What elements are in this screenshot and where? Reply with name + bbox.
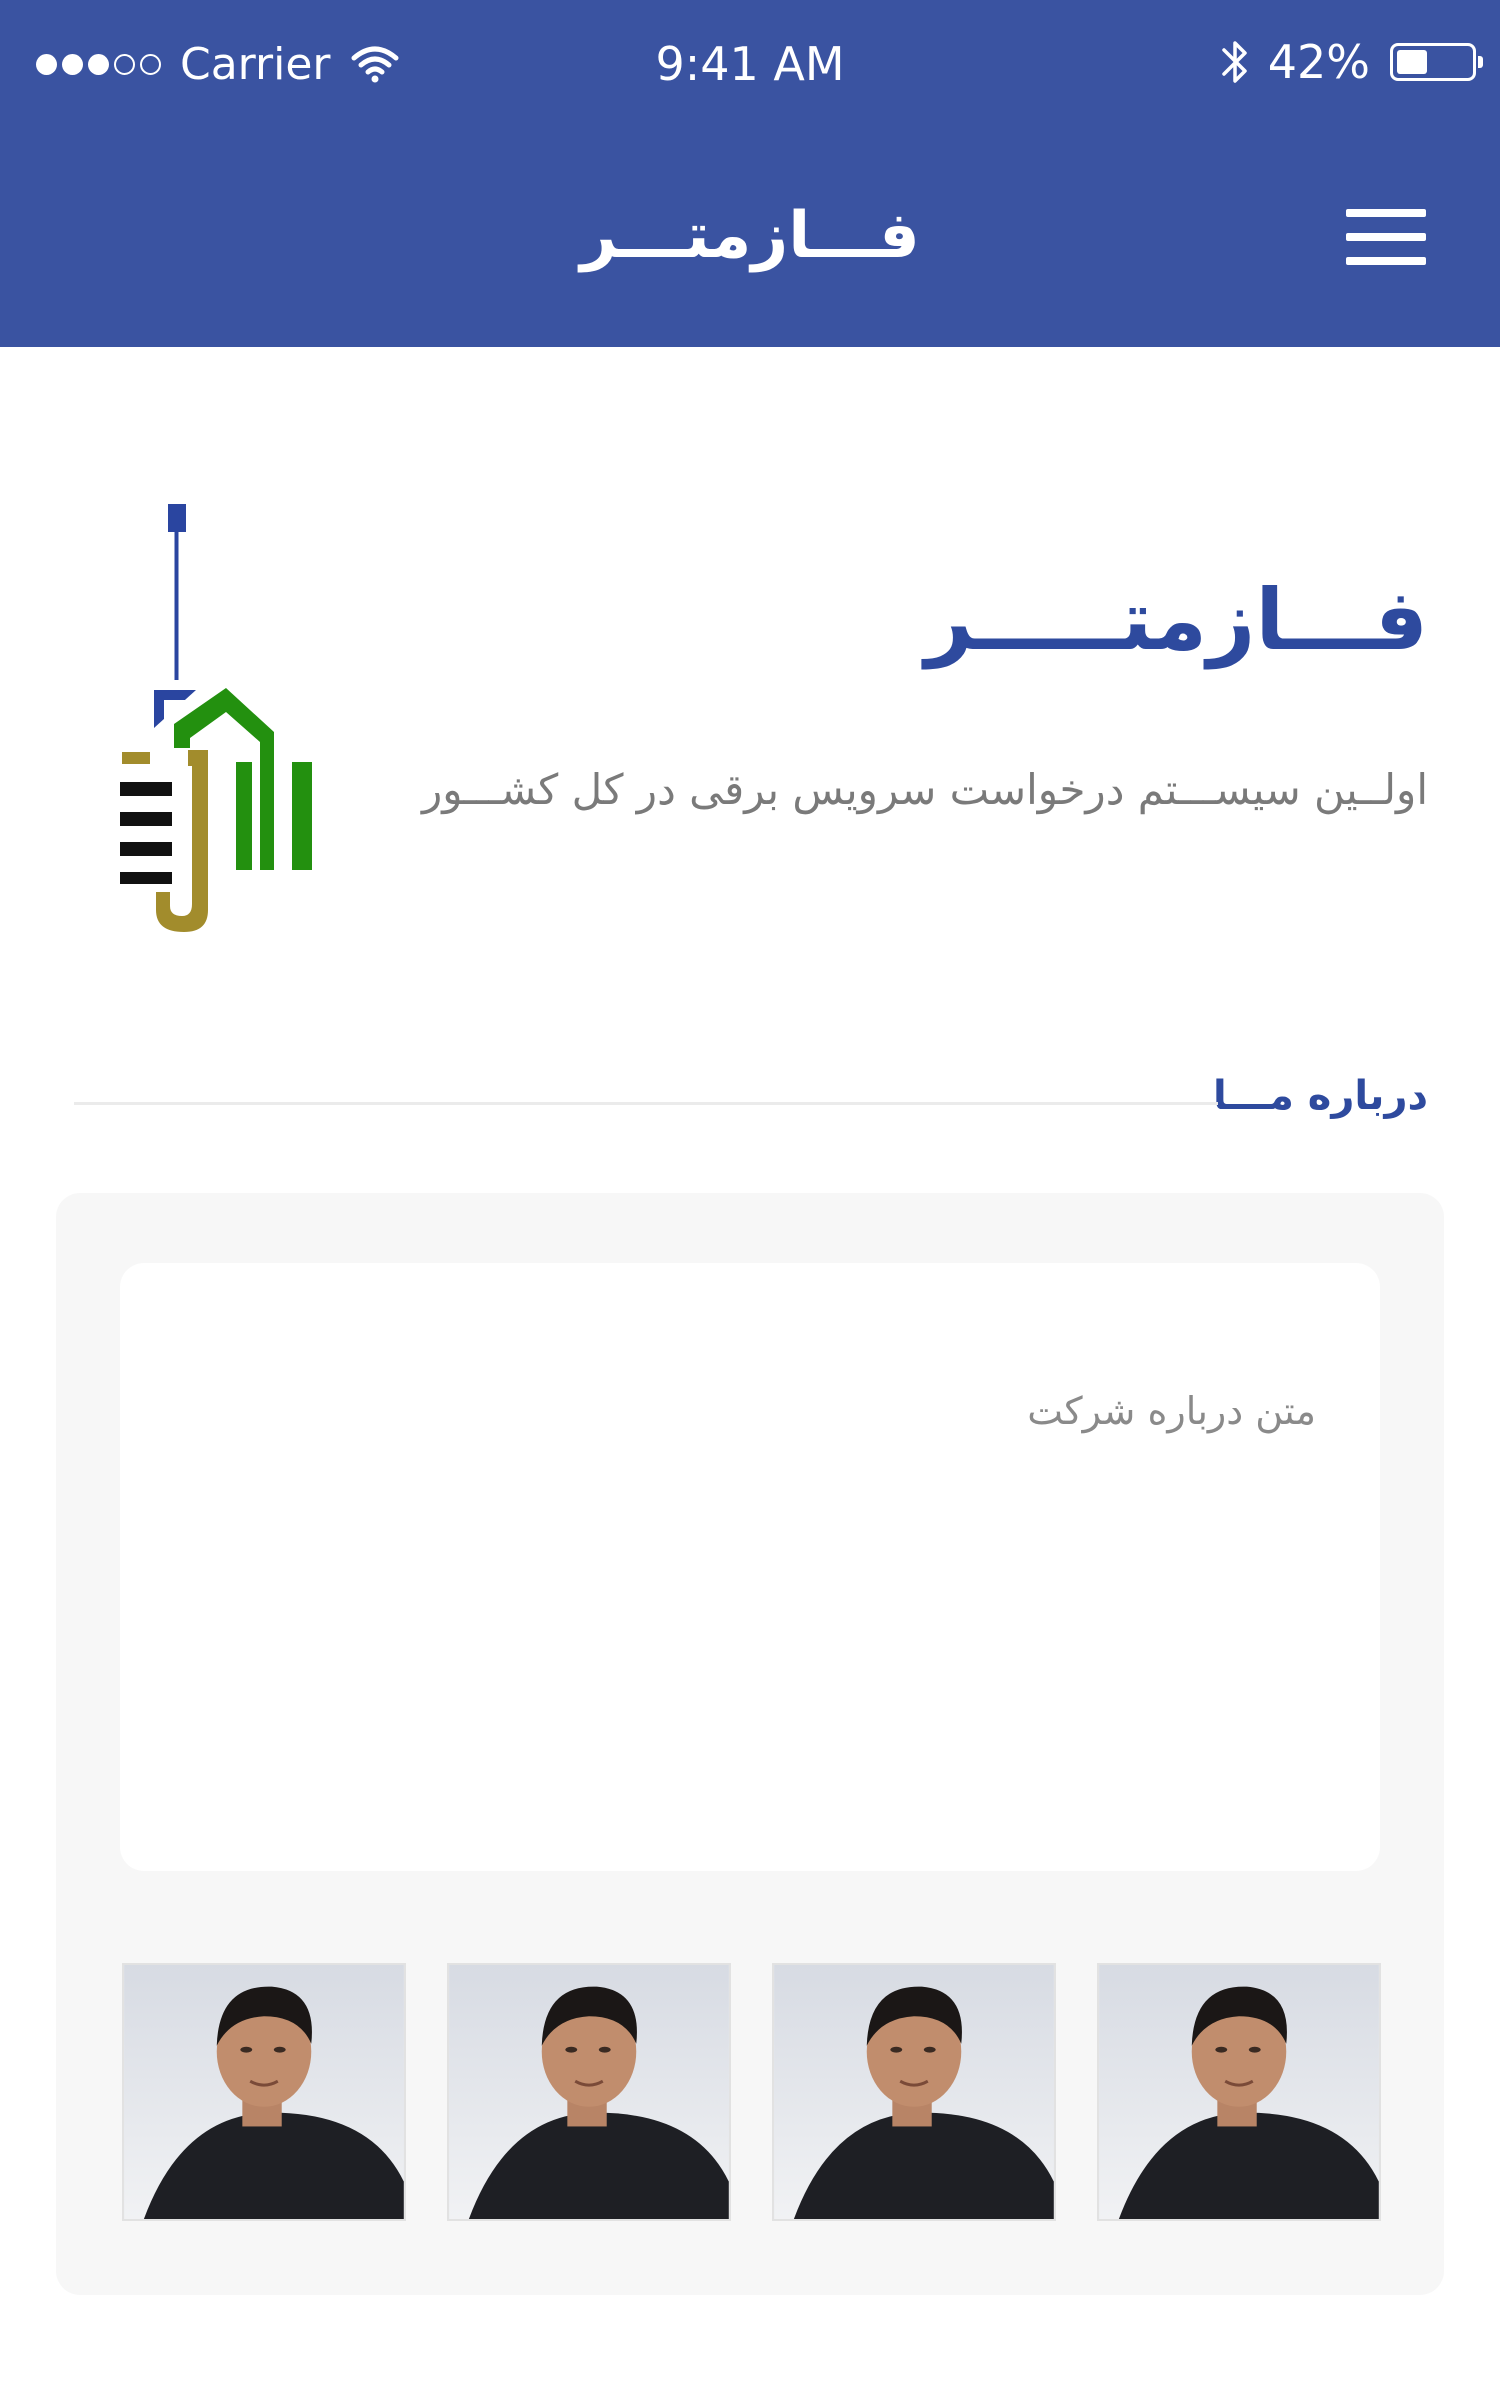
battery-level bbox=[1397, 50, 1427, 74]
phazmeter-logo-icon bbox=[120, 504, 312, 932]
about-text-card: متن درباره شرکت bbox=[120, 1263, 1380, 1871]
person-portrait-icon bbox=[774, 1965, 1054, 2219]
person-portrait-icon bbox=[449, 1965, 729, 2219]
team-member-photo[interactable] bbox=[122, 1963, 406, 2221]
bluetooth-icon bbox=[1222, 41, 1247, 83]
brand-title: فـــازمتـــــر bbox=[924, 571, 1428, 669]
about-panel: متن درباره شرکت bbox=[56, 1193, 1444, 2295]
status-bar-right: 42% bbox=[1218, 34, 1483, 90]
team-member-photo[interactable] bbox=[772, 1963, 1056, 2221]
app-header: Carrier 9:41 AM 42% فـــازمتـــر bbox=[0, 0, 1500, 347]
person-portrait-icon bbox=[1099, 1965, 1379, 2219]
team-photos bbox=[122, 1963, 1382, 2223]
about-text: متن درباره شرکت bbox=[1027, 1389, 1316, 1433]
page-title: فـــازمتـــر bbox=[580, 199, 920, 273]
hamburger-menu-icon[interactable] bbox=[1346, 206, 1432, 270]
team-member-photo[interactable] bbox=[1097, 1963, 1381, 2221]
person-portrait-icon bbox=[124, 1965, 404, 2219]
about-us-heading: درباره مـــا bbox=[1213, 1073, 1428, 1119]
battery-percent: 42% bbox=[1267, 35, 1370, 89]
battery-icon bbox=[1390, 43, 1483, 81]
team-member-photo[interactable] bbox=[447, 1963, 731, 2221]
tagline: اولــین سیســـتم درخواست سرویس برقی در ک… bbox=[421, 765, 1428, 814]
section-divider bbox=[74, 1102, 1218, 1105]
